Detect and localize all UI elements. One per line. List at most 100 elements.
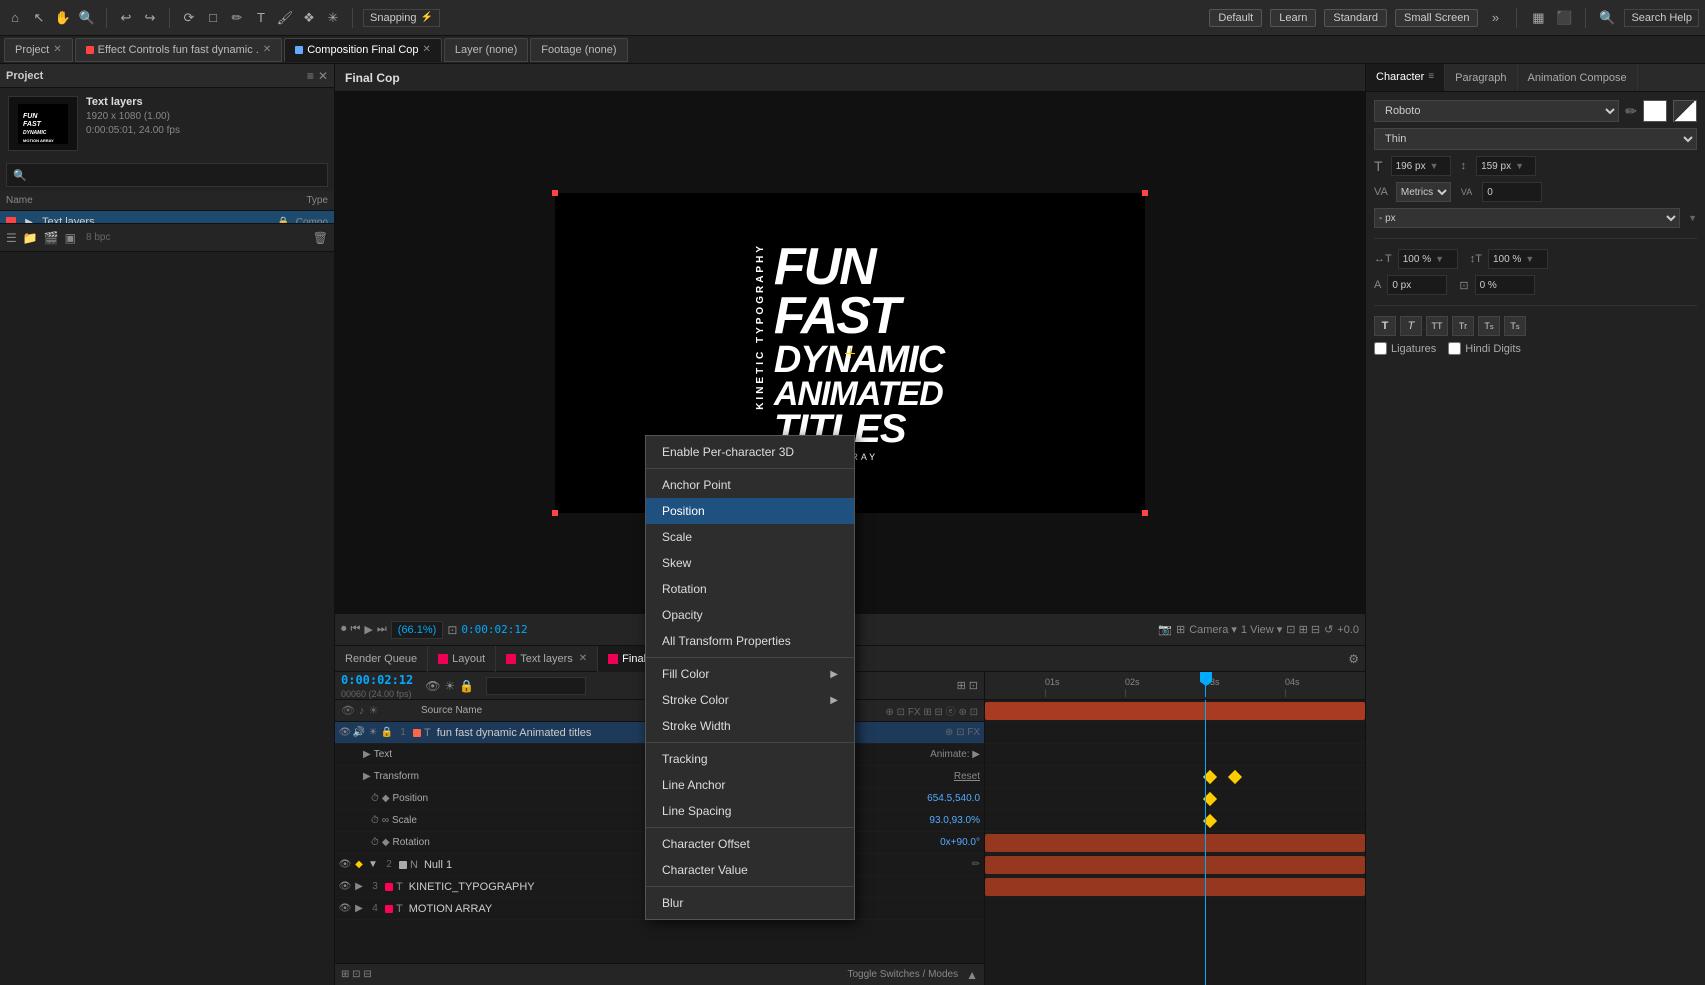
- font-size-field[interactable]: 196 px ▼: [1391, 156, 1451, 176]
- view-next-icon[interactable]: ⏭: [377, 623, 387, 636]
- menu-anchor-point[interactable]: Anchor Point: [646, 472, 854, 498]
- right-tab-character[interactable]: Character ≡: [1366, 64, 1445, 91]
- trash-icon[interactable]: 🗑: [313, 231, 328, 245]
- clip-4[interactable]: [985, 878, 1365, 896]
- rot-diamond[interactable]: ◆: [382, 837, 390, 848]
- tl-solo-icon[interactable]: ☀: [444, 679, 455, 693]
- puppet-icon[interactable]: ✳: [324, 9, 342, 27]
- rot-stopwatch[interactable]: ⏱: [371, 837, 379, 848]
- font-family-select[interactable]: Roboto: [1374, 100, 1619, 122]
- new-comp-icon[interactable]: ☰: [6, 231, 17, 245]
- tab-effect-close[interactable]: ✕: [263, 44, 271, 55]
- home-icon[interactable]: ⌂: [6, 9, 24, 27]
- tab-project[interactable]: Project ✕: [4, 38, 73, 62]
- footage-icon[interactable]: 🎬: [44, 231, 59, 245]
- handle-top-right[interactable]: [1142, 190, 1148, 196]
- tl-tab-layout[interactable]: Layout: [428, 646, 496, 672]
- view-fit-icon[interactable]: ⊡: [447, 623, 457, 637]
- view-snapshot-icon[interactable]: 📷: [1158, 623, 1172, 636]
- ligatures-checkbox[interactable]: [1374, 342, 1387, 355]
- layer1-audio[interactable]: 🔊: [353, 727, 365, 739]
- view-play-icon[interactable]: ▶: [364, 623, 372, 636]
- workspace-learn[interactable]: Learn: [1270, 9, 1316, 27]
- menu-stroke-width[interactable]: Stroke Width: [646, 713, 854, 739]
- tl-icon2[interactable]: ⊡: [969, 679, 978, 692]
- reset-link[interactable]: Reset: [954, 771, 980, 782]
- select-tool[interactable]: ↖: [30, 9, 48, 27]
- tsume-field[interactable]: 0 %: [1475, 275, 1535, 295]
- search-icon[interactable]: 🔍: [1598, 9, 1616, 27]
- v-scale-arrow[interactable]: ▼: [1525, 254, 1534, 264]
- project-search-input[interactable]: [31, 169, 321, 181]
- menu-char-offset[interactable]: Character Offset: [646, 831, 854, 857]
- handle-bottom-left[interactable]: [552, 510, 558, 516]
- layer1-lock[interactable]: 🔒: [381, 727, 393, 739]
- clip-2[interactable]: [985, 834, 1365, 852]
- tl-tab-textlayers-close[interactable]: ✕: [579, 653, 587, 664]
- file-item-textlayers[interactable]: ▶ Text layers 🔒 Compo: [0, 211, 334, 223]
- workspace-standard[interactable]: Standard: [1324, 9, 1387, 27]
- brush-icon[interactable]: 🖌: [276, 9, 294, 27]
- menu-all-transform[interactable]: All Transform Properties: [646, 628, 854, 654]
- menu-opacity[interactable]: Opacity: [646, 602, 854, 628]
- tab-effect-controls[interactable]: Effect Controls fun fast dynamic . ✕: [75, 38, 283, 62]
- project-close-icon[interactable]: ✕: [318, 69, 328, 83]
- right-tab-animcomp[interactable]: Animation Compose: [1518, 64, 1638, 91]
- view-1-label[interactable]: 1 View ▾: [1241, 623, 1282, 636]
- pen-icon[interactable]: ✏: [228, 9, 246, 27]
- toggle-label[interactable]: Toggle Switches / Modes: [847, 969, 958, 980]
- tl-tab-textlayers[interactable]: Text layers ✕: [496, 646, 598, 672]
- layer4-eye[interactable]: 👁: [339, 903, 351, 915]
- h-scale-field[interactable]: 100 % ▼: [1398, 249, 1458, 269]
- fmt-allcaps[interactable]: TT: [1426, 316, 1448, 336]
- search-help-btn[interactable]: Search Help: [1624, 9, 1699, 27]
- tab-project-close[interactable]: ✕: [53, 44, 61, 55]
- clip-1[interactable]: [985, 702, 1365, 720]
- menu-tracking[interactable]: Tracking: [646, 746, 854, 772]
- clone-icon[interactable]: ❖: [300, 9, 318, 27]
- layer2-eye[interactable]: 👁: [339, 859, 351, 871]
- font-style-select[interactable]: Thin: [1374, 128, 1697, 150]
- tab-composition-close[interactable]: ✕: [423, 44, 431, 55]
- redo-icon[interactable]: ↪: [141, 9, 159, 27]
- layer3-expand[interactable]: ▶: [353, 881, 365, 893]
- menu-line-anchor[interactable]: Line Anchor: [646, 772, 854, 798]
- menu-stroke-color[interactable]: Stroke Color ▶: [646, 687, 854, 713]
- view-icons-group[interactable]: ⊡ ⊞ ⊟: [1286, 623, 1320, 636]
- tracking-field[interactable]: 0: [1482, 182, 1542, 202]
- tl-search-input[interactable]: [486, 677, 586, 695]
- snapping-btn[interactable]: Snapping ⚡: [363, 9, 440, 27]
- zoom-tool[interactable]: 🔍: [78, 9, 96, 27]
- sync-icon[interactable]: ⬛: [1555, 9, 1573, 27]
- menu-char-value[interactable]: Character Value: [646, 857, 854, 883]
- tl-tab-renderqueue[interactable]: Render Queue: [335, 646, 428, 672]
- handle-top-left[interactable]: [552, 190, 558, 196]
- workspace-small[interactable]: Small Screen: [1395, 9, 1478, 27]
- layer1-eye[interactable]: 👁: [339, 727, 351, 739]
- kerning-method-select[interactable]: Metrics: [1396, 182, 1451, 202]
- baseline-field[interactable]: 0 px: [1387, 275, 1447, 295]
- text-expand[interactable]: ▶: [363, 749, 371, 760]
- menu-rotation[interactable]: Rotation: [646, 576, 854, 602]
- tab-layer[interactable]: Layer (none): [444, 38, 528, 62]
- handle-bottom-right[interactable]: [1142, 510, 1148, 516]
- new-folder-icon[interactable]: 📁: [23, 231, 38, 245]
- undo-icon[interactable]: ↩: [117, 9, 135, 27]
- zoom-level[interactable]: (66.1%): [391, 621, 444, 639]
- rotate-icon[interactable]: ⟳: [180, 9, 198, 27]
- hand-tool[interactable]: ✋: [54, 9, 72, 27]
- fmt-bold[interactable]: T: [1374, 316, 1396, 336]
- clip-3[interactable]: [985, 856, 1365, 874]
- menu-fill-color[interactable]: Fill Color ▶: [646, 661, 854, 687]
- menu-blur[interactable]: Blur: [646, 890, 854, 916]
- tab-composition[interactable]: Composition Final Cop ✕: [284, 38, 442, 62]
- font-color-box[interactable]: [1643, 100, 1667, 122]
- line-height-arrow[interactable]: ▼: [1515, 161, 1524, 171]
- font-edit-icon[interactable]: ✏: [1625, 103, 1637, 120]
- char-tab-menu[interactable]: ≡: [1428, 71, 1434, 82]
- view-reset-icon[interactable]: ↺: [1324, 623, 1333, 636]
- fmt-sub[interactable]: Ts: [1504, 316, 1526, 336]
- right-tab-paragraph[interactable]: Paragraph: [1445, 64, 1517, 91]
- unit-select[interactable]: - px: [1374, 208, 1680, 228]
- menu-enable-3d[interactable]: Enable Per-character 3D: [646, 439, 854, 465]
